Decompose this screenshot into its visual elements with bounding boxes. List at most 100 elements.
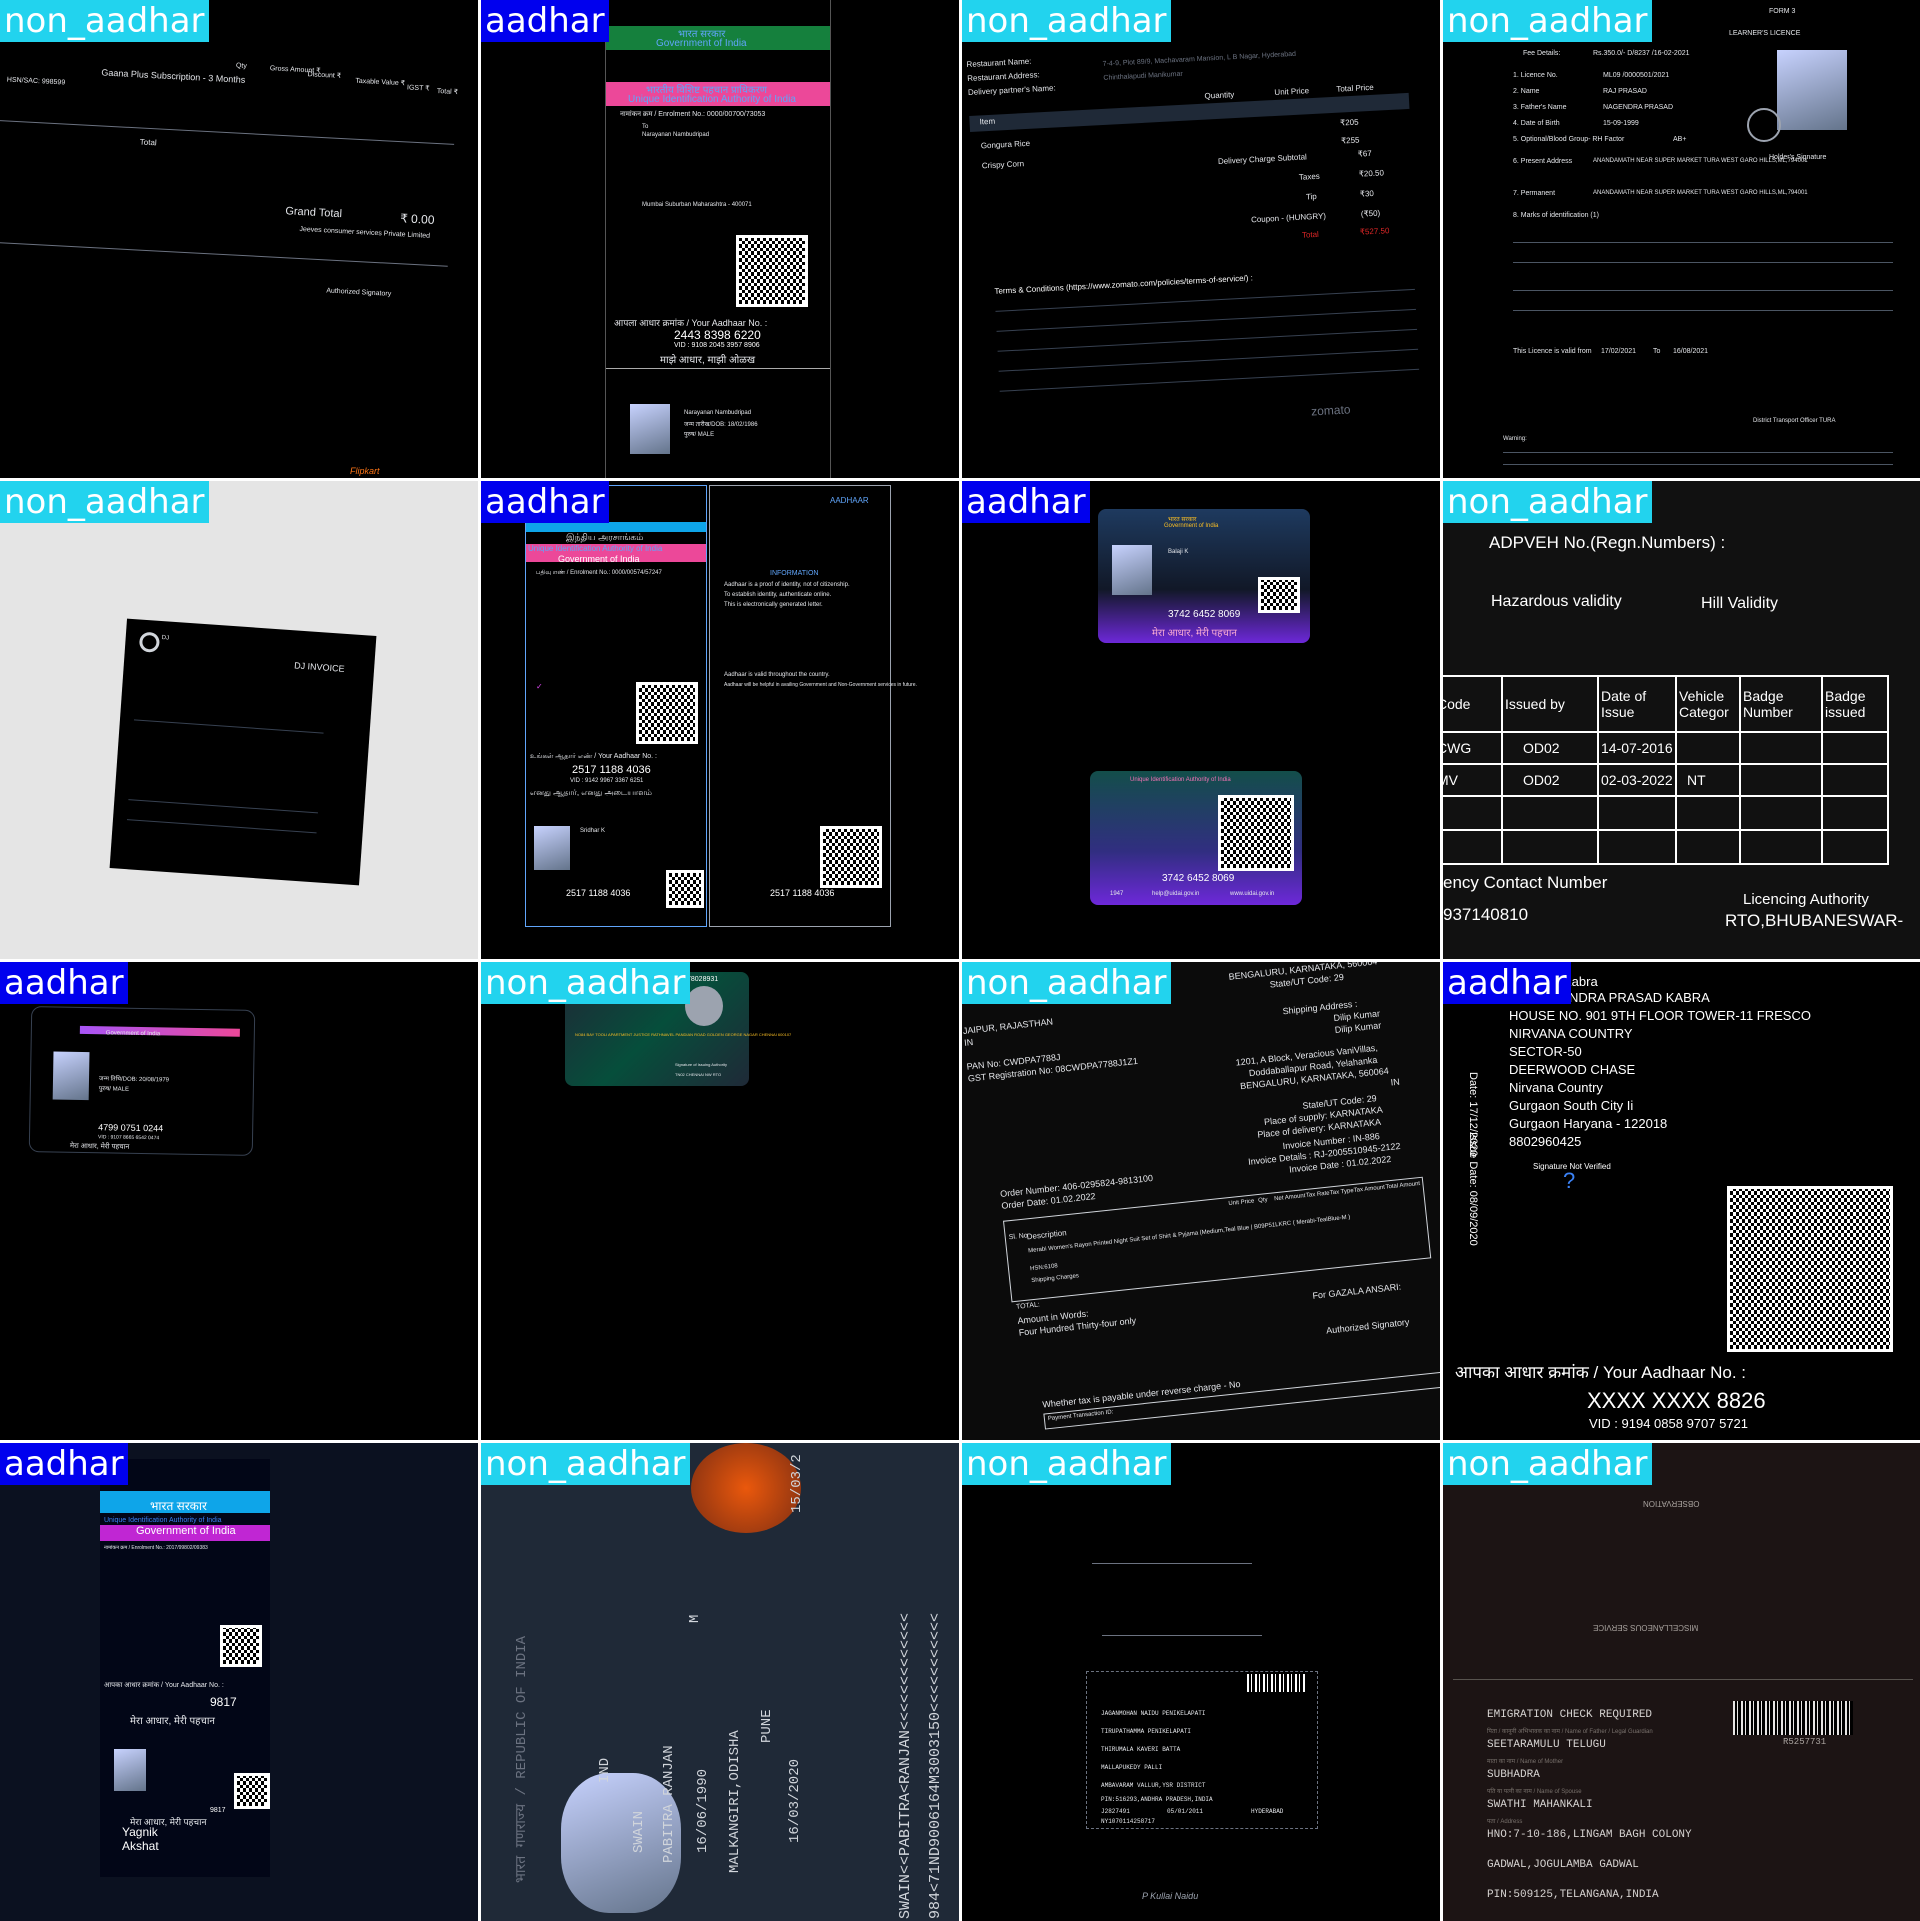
aadhaar-number-back: 3742 6452 8069 <box>1162 873 1235 884</box>
unit-price-header: Unit Price <box>1274 86 1310 97</box>
delivery-partner-name: Chinthalapudi Manikumar <box>1103 70 1183 82</box>
table-row: MV OD02 02-03-2022 NT <box>1443 763 1889 797</box>
tile-label: aadhar <box>962 481 1090 523</box>
emergency-contact-label: ency Contact Number <box>1443 873 1608 892</box>
tax-invoice: BENGALURU, KARNATAKA, 560064 State/UT Co… <box>962 962 1440 1440</box>
tile-8[interactable]: non_aadhar ADPVEH No.(Regn.Numbers) : Ha… <box>1443 481 1920 959</box>
qr-code <box>1218 795 1294 871</box>
emergency-contact-number: 937140810 <box>1443 905 1529 924</box>
terms-heading: Terms & Conditions (https://www.zomato.c… <box>994 273 1254 296</box>
qr-code <box>736 235 808 307</box>
aadhaar-number-card: 2517 1188 4036 <box>566 888 631 898</box>
tile-4[interactable]: non_aadhar FORM 3 LEARNER'S LICENCE Fee … <box>1443 0 1920 478</box>
licence-no-label: 1. Licence No. <box>1513 72 1558 79</box>
issuing-authority: District Transport Officer TURA <box>1753 418 1836 424</box>
qr-code <box>1727 1186 1893 1352</box>
image-grid: non_aadhar Gaana Plus Subscription - 3 M… <box>0 0 1920 1921</box>
old-passport-number: J2827491 <box>1101 1808 1130 1815</box>
tile-15[interactable]: non_aadhar JAGANMOHAN NAIDU PENIKELAPATI… <box>962 1443 1440 1921</box>
item-1: Gongura Rice <box>980 138 1031 151</box>
cut-line <box>606 368 830 369</box>
aadhaar-no-label: आपका आधार क्रमांक / Your Aadhaar No. : <box>1455 1363 1747 1382</box>
info-line-1: Aadhaar is a proof of identity, not of c… <box>724 582 850 588</box>
barcode <box>1733 1701 1853 1735</box>
tile-10[interactable]: non_aadhar 78028931 NO84 BAY TOOLI APART… <box>481 962 959 1440</box>
table-cell <box>1821 731 1889 765</box>
table-cell: 02-03-2022 <box>1597 763 1677 797</box>
table-row: CWG OD02 14-07-2016 <box>1443 731 1889 765</box>
tile-1[interactable]: non_aadhar Gaana Plus Subscription - 3 M… <box>0 0 478 478</box>
info-line-4: Aadhaar is valid throughout the country. <box>724 672 830 678</box>
tile-9[interactable]: aadhar Government of India जन्म तिथि/DOB… <box>0 962 478 1440</box>
dj-brand: DJ <box>161 635 170 642</box>
barcode-number: R5257731 <box>1783 1737 1827 1747</box>
badge-table: Code Issued by Date of Issue Vehicle Cat… <box>1443 675 1889 865</box>
tile-label: non_aadhar <box>1443 481 1652 523</box>
qr-code <box>820 826 882 888</box>
table-header: Badge issued <box>1821 675 1889 733</box>
item-header: Item <box>979 116 996 127</box>
qr-code-small <box>234 1773 270 1809</box>
shipping-country: IN <box>1390 1076 1401 1088</box>
table-line <box>133 719 324 734</box>
tile-11[interactable]: non_aadhar BENGALURU, KARNATAKA, 560064 … <box>962 962 1440 1440</box>
address-line-2: GADWAL,JOGULAMBA GADWAL <box>1487 1859 1639 1871</box>
terms-line <box>997 328 1418 352</box>
old-passport-date: 05/01/2011 <box>1167 1808 1204 1815</box>
holder-sex: पुरुष/ MALE <box>684 432 715 438</box>
tile-14[interactable]: non_aadhar भारत गणराज्य / REPUBLIC OF IN… <box>481 1443 959 1921</box>
address-line-1: MALLAPUKEDY PALLI <box>1101 1764 1163 1771</box>
item-2-price: ₹255 <box>1340 135 1360 146</box>
warning-line <box>1503 452 1893 453</box>
signature: P Kullai Naidu <box>1142 1891 1199 1901</box>
seller-name: Jeeves consumer services Private Limited <box>299 225 431 240</box>
tile-label: aadhar <box>481 481 609 523</box>
holder-photo <box>52 1051 90 1101</box>
tile-13[interactable]: aadhar भारत सरकार Unique Identification … <box>0 1443 478 1921</box>
tile-6[interactable]: aadhar இந்திய அரசாங்கம் Unique Identific… <box>481 481 959 959</box>
mrz-line-1: SWAIN<<PABITRA<RANJAN<<<<<<<<<<<<< <box>897 1612 914 1919</box>
tile-label: aadhar <box>0 1443 128 1485</box>
gov-english: Government of India <box>558 554 640 564</box>
aadhaar-number: XXXX XXXX 8826 <box>1587 1388 1766 1413</box>
validity-label: This Licence is valid from <box>1513 348 1592 355</box>
flipkart-logo: Flipkart <box>350 466 380 476</box>
qty-header: Qty <box>1258 1197 1268 1204</box>
mrz-line-2: 984<71ND9006164M3003150<<<<<<<<<<< <box>927 1612 944 1919</box>
tile-16[interactable]: non_aadhar OBSERVATION MISCELLANEOUS SER… <box>1443 1443 1920 1921</box>
tile-label: non_aadhar <box>0 481 209 523</box>
info-line-3: This is electronically generated letter. <box>724 602 823 608</box>
aadhaar-number: 9817 <box>210 1695 237 1709</box>
tile-label: non_aadhar <box>481 962 690 1004</box>
holder-name: Balaji K <box>1168 549 1189 555</box>
address-line-1: HNO:7-10-186,LINGAM BAGH COLONY <box>1487 1829 1692 1841</box>
aadhaar-number: 2517 1188 4036 <box>572 764 651 776</box>
father-label: पिता / कानूनी अभिभावक का नाम / Name of F… <box>1487 1729 1653 1735</box>
taxes-label: Taxes <box>1298 171 1321 182</box>
coupon-value: (₹50) <box>1360 208 1381 219</box>
issue-date: Issue Date: 08/09/2020 <box>1467 1132 1479 1246</box>
tile-5[interactable]: non_aadhar DJ DJ INVOICE <box>0 481 478 959</box>
date-of-expiry: 15/03/2 <box>789 1454 805 1513</box>
tile-label: non_aadhar <box>1443 1443 1652 1485</box>
address-page: JAGANMOHAN NAIDU PENIKELAPATI TIRUPATHAM… <box>1086 1671 1318 1829</box>
total-header: Total ₹ <box>436 87 459 97</box>
tile-3[interactable]: non_aadhar Restaurant Name: Restaurant A… <box>962 0 1440 478</box>
tile-label: non_aadhar <box>962 962 1171 1004</box>
address-line-2: AMBAVARAM VALLUR,YSR DISTRICT <box>1101 1782 1206 1789</box>
dj-logo-icon <box>138 631 161 653</box>
name-label: 2. Name <box>1513 88 1540 95</box>
slogan: எனது ஆதார், எனது அடையாளம் <box>530 788 652 797</box>
tile-12[interactable]: aadhar Kabra C/O RAJENDRA PRASAD KABRA H… <box>1443 962 1920 1440</box>
tile-7[interactable]: aadhar भारत सरकार Government of India Ba… <box>962 481 1440 959</box>
tile-2[interactable]: aadhar भारत सरकार Government of India भा… <box>481 0 959 478</box>
grand-total-value: ₹ 0.00 <box>399 211 435 228</box>
passport-text-block: भारत गणराज्य / REPUBLIC OF INDIA IND SWA… <box>481 1443 959 1921</box>
form-number: FORM 3 <box>1769 8 1796 15</box>
aadhaar-number: 3742 6452 8069 <box>1168 609 1241 620</box>
valid-to: 16/08/2021 <box>1673 348 1709 355</box>
aadhaar-no-label: आपका आधार क्रमांक / Your Aadhaar No. : <box>104 1682 224 1689</box>
shipping-name-2: Dilip Kumar <box>1334 1020 1382 1036</box>
uidai-english: Unique Identification Authority of India <box>528 544 663 553</box>
holder-signature-label: Holder's Signature <box>1769 154 1827 161</box>
